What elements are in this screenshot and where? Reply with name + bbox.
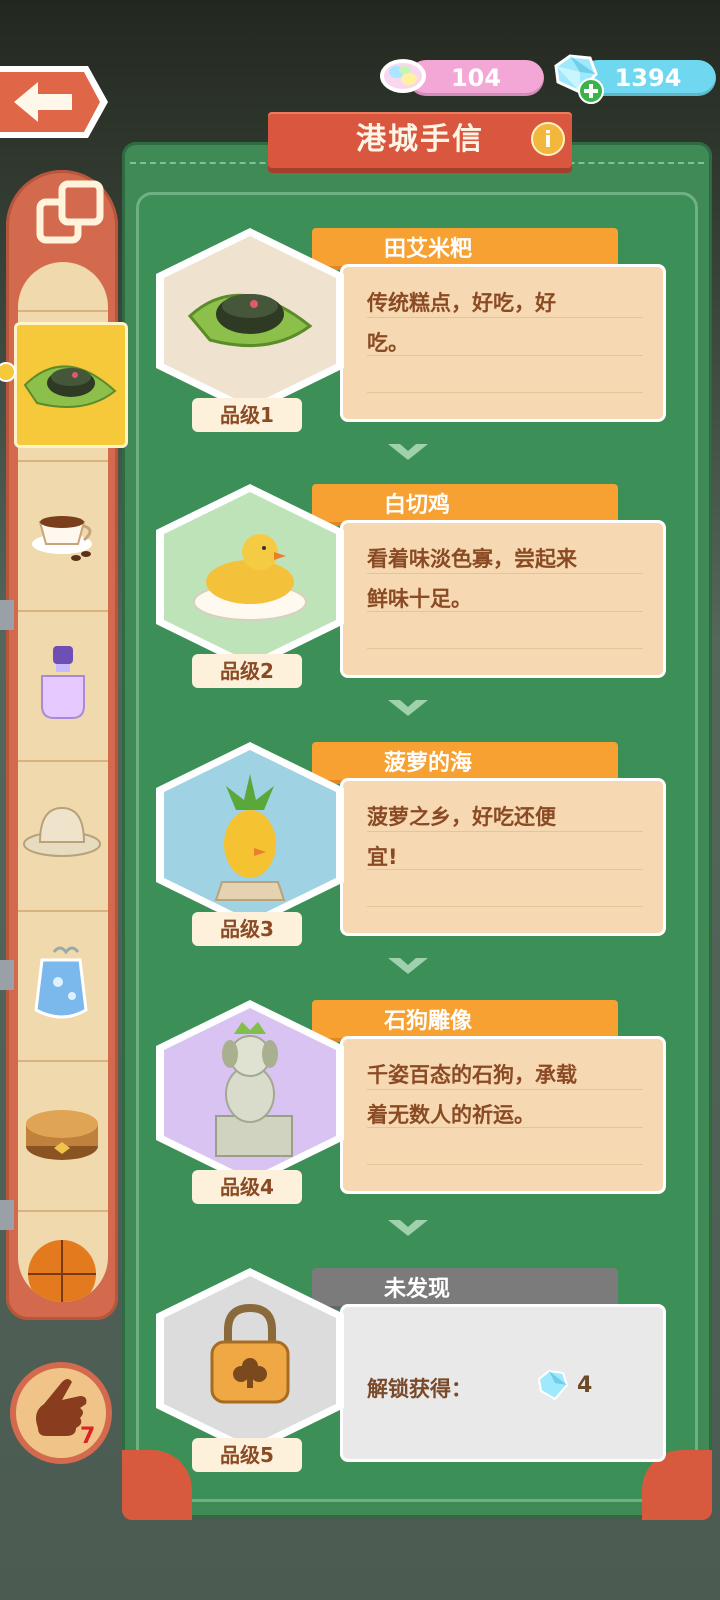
- rice-cake-icon: [23, 365, 117, 408]
- souvenir-card[interactable]: 田艾米粑 传统糕点，好吃，好 吃。 品级1: [150, 226, 670, 444]
- chevron-down-icon: [388, 444, 428, 460]
- card-description: 看着味淡色寡，尝起来 鲜味十足。: [340, 520, 666, 678]
- desc-line: 千姿百态的石狗，承载: [367, 1063, 577, 1087]
- selection-pin: [0, 362, 16, 382]
- leather-box-icon: [26, 1110, 98, 1160]
- card-description: 传统糕点，好吃，好 吃。: [340, 264, 666, 422]
- unlock-label: 解锁获得：: [367, 1377, 472, 1401]
- category-item-ball[interactable]: [18, 1212, 108, 1302]
- rainbow-candy-icon: [380, 59, 426, 93]
- hand-button[interactable]: [10, 1362, 112, 1464]
- info-button[interactable]: i: [531, 122, 565, 156]
- category-spacer: [18, 262, 108, 312]
- chevron-down-icon: [388, 958, 428, 974]
- grade-label: 品级5: [192, 1438, 302, 1472]
- collapse-icon[interactable]: [36, 180, 104, 248]
- category-item-selected[interactable]: [14, 322, 128, 448]
- perfume-icon: [41, 646, 85, 719]
- basketball-icon: [28, 1240, 96, 1302]
- panel-title: 港城手信: [268, 112, 572, 168]
- gem-icon: [537, 1369, 569, 1401]
- grade-label: 品级2: [192, 654, 302, 688]
- scroll-clip: [0, 600, 14, 630]
- desc-line: 鲜味十足。: [367, 587, 472, 611]
- desc-line: 宜!: [367, 845, 398, 869]
- card-description: 千姿百态的石狗，承载 着无数人的祈运。: [340, 1036, 666, 1194]
- souvenir-card[interactable]: 石狗雕像 千姿百态的石狗，承载 着无数人的祈运。 品级4: [150, 998, 670, 1216]
- desc-line: 着无数人的祈运。: [367, 1103, 535, 1127]
- souvenir-card[interactable]: 菠萝的海 菠萝之乡，好吃还便 宜! 品级3: [150, 740, 670, 958]
- hat-icon: [23, 806, 101, 857]
- back-arrow-icon[interactable]: [0, 62, 112, 142]
- desc-line: 菠萝之乡，好吃还便: [367, 805, 556, 829]
- unlock-gem-amount: 4: [577, 1373, 593, 1398]
- chevron-down-icon: [388, 1220, 428, 1236]
- candy-amount: 104: [450, 64, 502, 92]
- card-description: 菠萝之乡，好吃还便 宜!: [340, 778, 666, 936]
- category-item-coffee[interactable]: [18, 462, 108, 612]
- item-frame: [156, 1268, 344, 1454]
- scroll-clip: [0, 960, 14, 990]
- gem-amount: 1394: [614, 64, 682, 92]
- desc-line: 看着味淡色寡，尝起来: [367, 547, 577, 571]
- locked-souvenir-card[interactable]: 未发现 解锁获得： 4 品级5: [150, 1266, 670, 1484]
- grade-label: 品级4: [192, 1170, 302, 1204]
- item-frame: [156, 484, 344, 670]
- chevron-down-icon: [388, 700, 428, 716]
- coffee-cup-icon: [32, 516, 92, 561]
- scroll-clip: [0, 1200, 14, 1230]
- category-item-perfume[interactable]: [18, 612, 108, 762]
- add-gem-button[interactable]: [578, 78, 604, 104]
- hand-count: 7: [80, 1424, 96, 1449]
- category-item-hat[interactable]: [18, 762, 108, 912]
- charm-icon: [34, 946, 88, 1019]
- item-frame: [156, 228, 344, 414]
- item-frame: [156, 1000, 344, 1186]
- candy-counter: 104: [408, 60, 544, 96]
- grade-label: 品级3: [192, 912, 302, 946]
- grade-label: 品级1: [192, 398, 302, 432]
- category-item-charm[interactable]: [18, 912, 108, 1062]
- souvenir-card[interactable]: 白切鸡 看着味淡色寡，尝起来 鲜味十足。 品级2: [150, 482, 670, 700]
- desc-line: 传统糕点，好吃，好: [367, 291, 556, 315]
- item-frame: [156, 742, 344, 928]
- desc-line: 吃。: [367, 331, 409, 355]
- unlock-reward-box: 解锁获得： 4: [340, 1304, 666, 1462]
- category-item-box[interactable]: [18, 1062, 108, 1212]
